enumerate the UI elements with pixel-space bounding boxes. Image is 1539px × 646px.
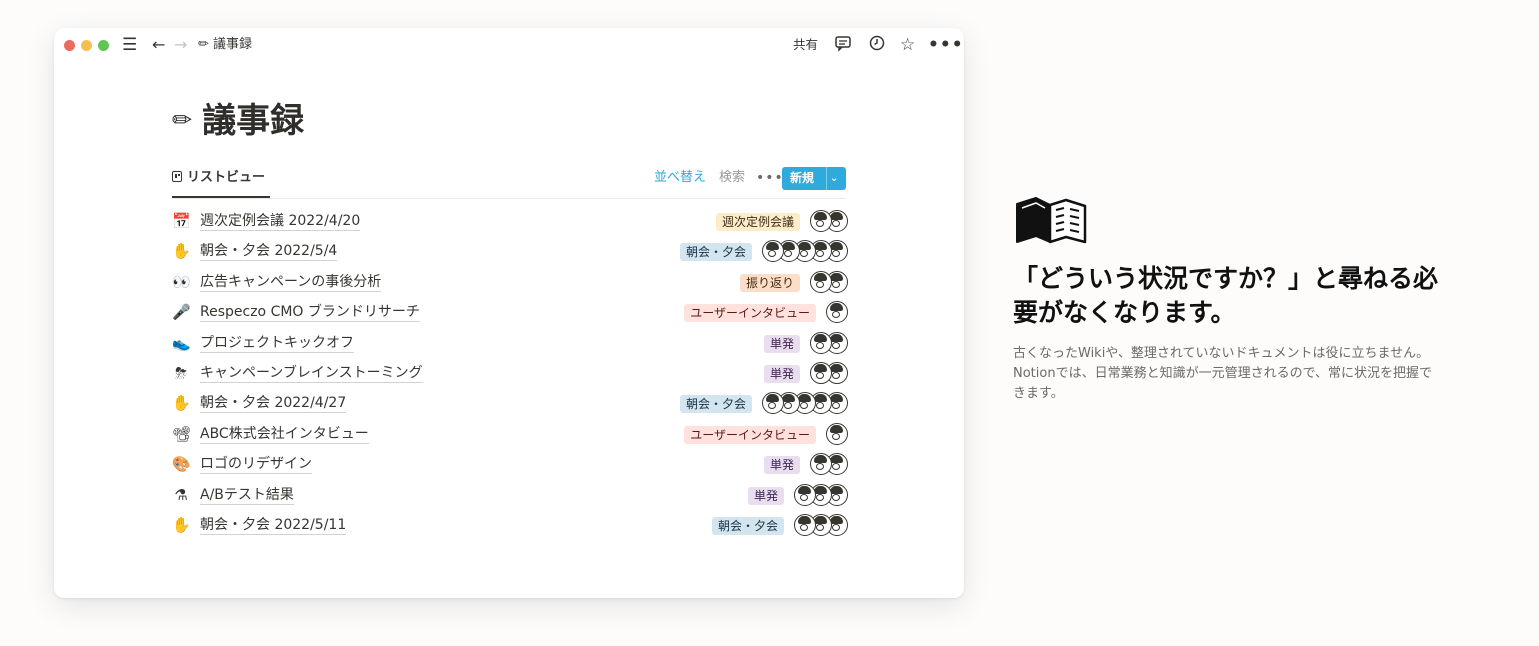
row-type-tag: 朝会・夕会 [679,243,752,262]
page-title-text: 議事録 [202,101,305,141]
maximize-window-button[interactable] [98,40,109,51]
row-page-icon: ✋ [172,516,191,534]
list-item[interactable]: ✋ 朝会・夕会 2022/5/4 朝会・夕会 [172,236,848,266]
row-attendees [762,240,848,263]
view-divider [172,198,846,199]
row-type-tag: ユーザーインタビュー [684,425,816,444]
clock-icon[interactable] [868,34,886,59]
list-item[interactable]: 👀 広告キャンペーンの事後分析 振り返り [172,267,848,297]
list-item[interactable]: 🎨 ロゴのリデザイン 単発 [172,449,848,479]
tab-list-view[interactable]: リストビュー [172,168,265,188]
tab-list-view-label: リストビュー [187,170,266,185]
list-item[interactable]: 📽 ABC株式会社インタビュー ユーザーインタビュー [172,419,848,449]
share-button[interactable]: 共有 [793,34,818,56]
minimize-window-button[interactable] [81,40,92,51]
row-type-tag: ユーザーインタビュー [684,304,816,323]
search-button[interactable]: 検索 [719,168,745,188]
row-title[interactable]: 広告キャンペーンの事後分析 [200,273,382,292]
row-page-icon: 🎨 [172,455,191,474]
list-item[interactable]: 🎤 Respeczo CMO ブランドリサーチ ユーザーインタビュー [172,297,848,327]
feature-headline: 「どういう状況ですか？」と尋ねる必要がなくなります。 [1013,264,1439,327]
row-attendees [794,483,848,506]
row-attendees [762,392,848,415]
row-type-tag: 単発 [747,486,784,505]
row-page-icon: 👟 [172,333,191,352]
breadcrumb-page-name: 議事録 [213,37,253,52]
breadcrumb[interactable]: ✏ 議事録 [198,34,252,56]
row-type-tag: 朝会・夕会 [711,517,784,535]
row-type-tag: 振り返り [739,273,800,292]
row-attendees [810,453,848,476]
row-title[interactable]: 朝会・夕会 2022/5/4 [200,242,338,262]
chevron-down-icon[interactable]: ⌄ [830,169,838,188]
row-type-tag: 単発 [763,456,800,475]
row-title[interactable]: ABC株式会社インタビュー [200,425,369,444]
avatar [810,331,832,354]
row-attendees [810,331,848,354]
row-page-icon: 📅 [172,212,191,230]
close-window-button[interactable] [64,40,75,51]
avatar [810,270,832,293]
list-item[interactable]: ⚗ A/Bテスト結果 単発 [172,480,848,510]
row-type-tag: 週次定例会議 [715,213,800,231]
row-page-icon: ⚗ [174,485,188,504]
row-type-tag: 単発 [763,334,800,353]
sidebar-menu-icon[interactable]: ☰ [122,34,137,56]
more-options-icon[interactable]: ••• [928,34,964,56]
sort-button[interactable]: 並べ替え [654,168,706,188]
row-attendees [810,362,848,384]
row-title[interactable]: 朝会・夕会 2022/4/27 [200,394,347,414]
list-item[interactable]: 👟 プロジェクトキックオフ 単発 [172,328,848,358]
list-item[interactable]: ✋ 朝会・夕会 2022/5/11 朝会・夕会 [172,510,848,540]
avatar [794,483,816,506]
row-title[interactable]: キャンペーンブレインストーミング [200,364,423,383]
forward-arrow-icon[interactable]: → [174,34,187,56]
avatar [826,422,848,445]
row-title[interactable]: A/Bテスト結果 [200,486,294,505]
row-page-icon: 📽 [172,424,192,443]
pencil-icon: ✏ [198,37,209,52]
row-type-tag: 朝会・夕会 [679,395,752,414]
new-button[interactable]: 新規 ⌄ [782,167,846,190]
row-attendees [810,210,848,232]
app-window: ☰ ← → ✏ 議事録 共有 ☆ ••• ✏ 議事録 リストビュー 並べ替え 検索… [54,28,964,598]
row-title[interactable]: 朝会・夕会 2022/5/11 [200,516,347,535]
row-attendees [826,301,848,324]
row-title[interactable]: ロゴのリデザイン [200,455,312,475]
row-page-icon: ⛈ [174,364,187,382]
row-attendees [794,514,848,536]
open-book-icon [1014,196,1088,250]
pencil-icon[interactable]: ✏ [172,98,192,142]
list-item[interactable]: ✋ 朝会・夕会 2022/4/27 朝会・夕会 [172,388,848,418]
row-type-tag: 単発 [763,365,800,383]
row-page-icon: ✋ [172,394,191,413]
star-icon[interactable]: ☆ [900,34,915,56]
board-view-icon [172,171,182,182]
row-title[interactable]: Respeczo CMO ブランドリサーチ [200,303,420,323]
row-attendees [826,422,848,445]
page-title[interactable]: ✏ 議事録 [172,98,304,143]
list-item[interactable]: 📅 週次定例会議 2022/4/20 週次定例会議 [172,206,848,236]
feature-description: 古くなったWikiや、整理されていないドキュメントは役に立ちません。Notion… [1013,346,1433,401]
new-button-label: 新規 [790,171,815,185]
row-title[interactable]: プロジェクトキックオフ [200,334,354,353]
row-page-icon: 👀 [172,272,191,291]
row-page-icon: ✋ [172,242,191,261]
new-button-separator [826,167,827,190]
avatar [826,301,848,324]
row-page-icon: 🎤 [172,303,191,322]
avatar [810,362,832,384]
list-item[interactable]: ⛈ キャンペーンブレインストーミング 単発 [172,358,848,388]
avatar [794,514,816,536]
view-more-icon[interactable]: ••• [756,168,784,188]
comment-icon[interactable] [834,34,852,59]
avatar [810,210,832,232]
titlebar: ☰ ← → ✏ 議事録 共有 ☆ ••• [54,28,964,62]
back-arrow-icon[interactable]: ← [152,34,165,56]
row-attendees [810,270,848,293]
row-title[interactable]: 週次定例会議 2022/4/20 [200,212,361,231]
